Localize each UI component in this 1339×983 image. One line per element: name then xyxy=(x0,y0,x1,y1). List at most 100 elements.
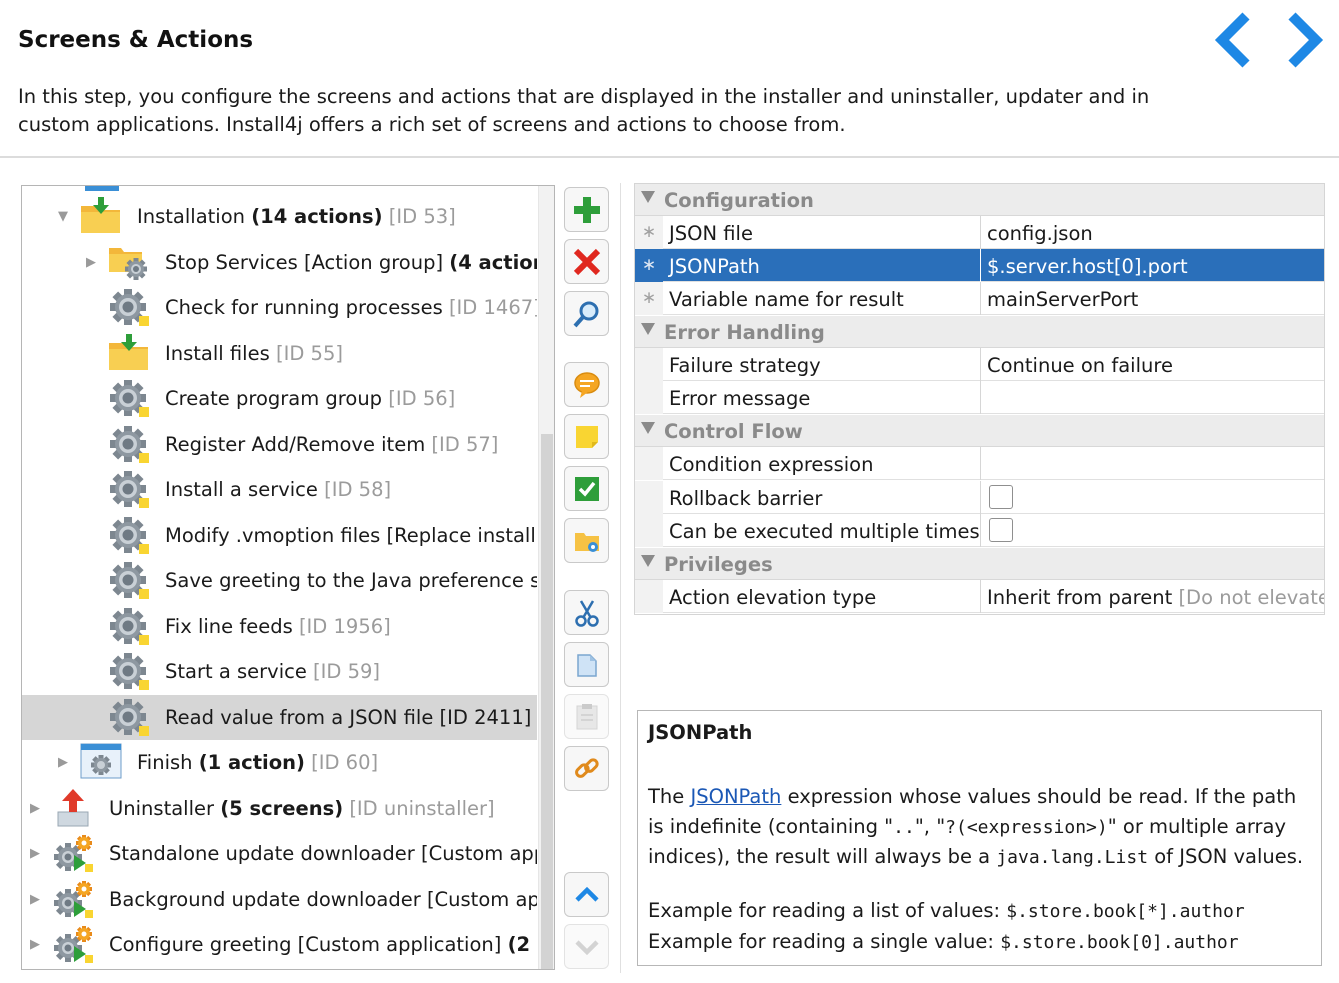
tree-item[interactable]: Read value from a JSON file [ID 2411] xyxy=(22,695,537,740)
link-button[interactable] xyxy=(564,746,609,791)
tree-item-name: Configure greeting [Custom application] xyxy=(109,933,502,956)
delete-icon xyxy=(573,248,600,275)
example-code: $.store.book[*].author xyxy=(1006,901,1245,922)
tree-item[interactable]: Create program group [ID 56] xyxy=(22,376,537,421)
properties-table: Configuration ∗ JSON file config.json ∗ … xyxy=(634,183,1325,615)
property-value[interactable]: config.json xyxy=(980,216,1324,249)
screens-actions-tree[interactable]: ▼ Installation (14 actions) [ID 53] ▶ Stop … xyxy=(21,185,555,970)
property-key: Can be executed multiple times xyxy=(669,520,980,543)
property-value[interactable]: mainServerPort xyxy=(980,282,1324,315)
section-configuration[interactable]: Configuration xyxy=(635,184,1324,216)
property-row-condition-expression[interactable]: Condition expression xyxy=(635,447,1324,480)
tree-scrollbar[interactable] xyxy=(538,186,554,969)
tree-item-name: Check for running processes xyxy=(165,296,443,319)
comment-button[interactable] xyxy=(564,362,609,407)
check-button[interactable] xyxy=(564,466,609,511)
tree-item[interactable]: ▶ Standalone update downloader [Custom ap… xyxy=(22,831,537,876)
property-value[interactable]: Inherit from parent [Do not elevate] xyxy=(980,580,1324,613)
tree-item[interactable]: Fix line feeds [ID 1956] xyxy=(22,604,537,649)
panel-divider[interactable] xyxy=(620,183,621,973)
tree-item[interactable]: Install files [ID 55] xyxy=(22,331,537,376)
delete-button[interactable] xyxy=(564,239,609,284)
folder-settings-button[interactable] xyxy=(564,518,609,563)
property-row-jsonpath[interactable]: ∗ JSONPath $.server.host[0].port xyxy=(635,249,1324,282)
tree-item-id: [ID 55] xyxy=(275,342,343,365)
property-row-executed-multiple[interactable]: Can be executed multiple times xyxy=(635,514,1324,547)
property-row-rollback-barrier[interactable]: Rollback barrier xyxy=(635,481,1324,514)
tree-item[interactable]: ▼ Installation (14 actions) [ID 53] xyxy=(22,194,537,239)
property-row-elevation-type[interactable]: Action elevation type Inherit from paren… xyxy=(635,580,1324,613)
note-button[interactable] xyxy=(564,414,609,459)
tree-item-label: Fix line feeds [ID 1956] xyxy=(165,615,537,638)
check-icon xyxy=(574,476,599,501)
example-label: Example for reading a list of values: xyxy=(648,899,1007,922)
folder-gear-icon xyxy=(108,242,150,282)
property-value[interactable]: Continue on failure xyxy=(980,348,1324,381)
back-button[interactable] xyxy=(1206,8,1266,72)
forward-button[interactable] xyxy=(1276,8,1336,72)
property-value[interactable]: $.server.host[0].port xyxy=(980,249,1324,282)
tree-item[interactable]: ▶ Stop Services [Action group] (4 action.… xyxy=(22,240,537,285)
paste-icon xyxy=(576,703,597,729)
folder-settings-icon xyxy=(574,532,599,552)
tree-item-label: Install a service [ID 58] xyxy=(165,478,537,501)
rollback-barrier-checkbox[interactable] xyxy=(989,485,1013,509)
property-row-variable-name[interactable]: ∗ Variable name for result mainServerPor… xyxy=(635,282,1324,315)
tree-item[interactable]: Register Add/Remove item [ID 57] xyxy=(22,422,537,467)
section-privileges[interactable]: Privileges xyxy=(635,548,1324,580)
tree-item-count: (1 action) xyxy=(198,751,305,774)
application-gears-icon xyxy=(52,833,94,873)
expand-triangle-right-icon[interactable]: ▶ xyxy=(30,892,44,908)
property-row-json-file[interactable]: ∗ JSON file config.json xyxy=(635,216,1324,249)
add-button[interactable] xyxy=(564,187,609,232)
expand-triangle-right-icon[interactable]: ▶ xyxy=(58,755,72,771)
tree-item[interactable]: Install a service [ID 58] xyxy=(22,467,537,512)
tree-item-label: Create program group [ID 56] xyxy=(165,387,537,410)
tree-item[interactable]: Save greeting to the Java preference st.… xyxy=(22,558,537,603)
section-title: Privileges xyxy=(664,553,773,576)
property-key: Rollback barrier xyxy=(669,487,823,510)
collapse-triangle-icon xyxy=(641,555,655,567)
move-down-button[interactable] xyxy=(564,924,609,969)
tree-item[interactable]: ▶ Configure greeting [Custom application]… xyxy=(22,922,537,967)
expand-triangle-right-icon[interactable]: ▶ xyxy=(30,937,44,953)
tree-item-label: Check for running processes [ID 1467] xyxy=(165,296,537,319)
tree-scrollbar-thumb[interactable] xyxy=(541,434,553,969)
help-panel: JSONPath The JSONPath expression whose v… xyxy=(637,710,1322,966)
move-up-button[interactable] xyxy=(564,872,609,917)
row-gutter xyxy=(635,481,663,514)
uninstaller-icon xyxy=(52,788,94,828)
search-button[interactable] xyxy=(564,291,609,336)
tree-item[interactable]: Check for running processes [ID 1467] xyxy=(22,285,537,330)
tree-item[interactable]: Modify .vmoption files [Replace install.… xyxy=(22,513,537,558)
expand-triangle-right-icon[interactable]: ▶ xyxy=(30,846,44,862)
paste-button[interactable] xyxy=(564,694,609,739)
required-marker-icon: ∗ xyxy=(635,249,663,282)
move-up-icon xyxy=(574,886,599,902)
section-error-handling[interactable]: Error Handling xyxy=(635,316,1324,348)
help-text: of JSON values. xyxy=(1148,845,1304,868)
expand-triangle-right-icon[interactable]: ▶ xyxy=(86,255,100,271)
elevation-hint: [Do not elevate] xyxy=(1178,586,1324,609)
tree-item[interactable]: ▶ Uninstaller (5 screens) [ID uninstaller… xyxy=(22,786,537,831)
property-row-error-message[interactable]: Error message xyxy=(635,381,1324,414)
expand-triangle-down-icon[interactable]: ▼ xyxy=(58,209,72,225)
required-marker-icon: ∗ xyxy=(635,282,663,315)
expand-triangle-right-icon[interactable]: ▶ xyxy=(30,801,44,817)
cut-button[interactable] xyxy=(564,590,609,635)
tree-item[interactable]: Start a service [ID 59] xyxy=(22,649,537,694)
section-control-flow[interactable]: Control Flow xyxy=(635,415,1324,447)
jsonpath-link[interactable]: JSONPath xyxy=(690,785,781,808)
application-gears-icon xyxy=(52,924,94,964)
tree-item[interactable]: ▶ Finish (1 action) [ID 60] xyxy=(22,740,537,785)
copy-button[interactable] xyxy=(564,642,609,687)
property-row-failure-strategy[interactable]: Failure strategy Continue on failure xyxy=(635,348,1324,381)
tree-item[interactable]: ▶ Background update downloader [Custom ap… xyxy=(22,877,537,922)
property-value[interactable] xyxy=(980,447,1324,480)
executed-multiple-checkbox[interactable] xyxy=(989,518,1013,542)
tree-item-id: [ID 1467] xyxy=(448,296,537,319)
gear-icon xyxy=(108,424,150,464)
tree-item-name: Install a service xyxy=(165,478,318,501)
property-value[interactable] xyxy=(980,381,1324,414)
tree-item-name: Background update downloader [Custom ap.… xyxy=(109,888,537,911)
